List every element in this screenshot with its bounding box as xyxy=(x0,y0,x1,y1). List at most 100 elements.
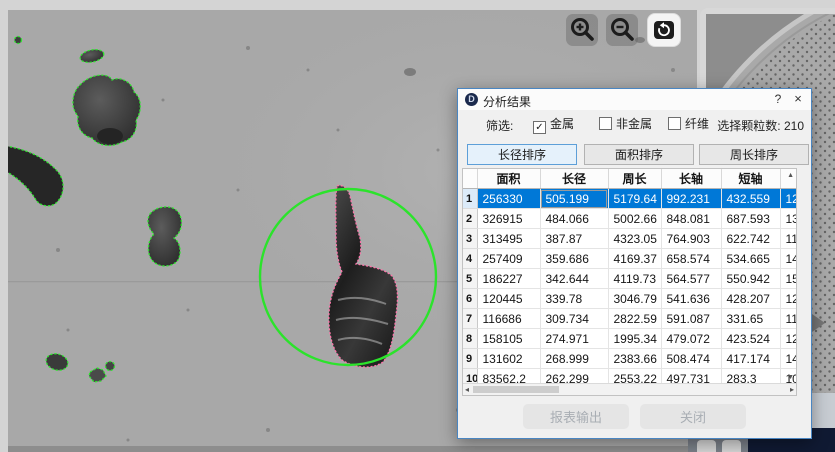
filter-option-3[interactable]: 纤维 xyxy=(668,115,709,132)
table-cell[interactable]: 12241.5 xyxy=(780,189,797,209)
table-cell[interactable]: 11396.5 xyxy=(780,309,797,329)
table-cell[interactable]: 14504.2 xyxy=(780,249,797,269)
table-cell[interactable]: 4119.73 xyxy=(608,269,661,289)
particle-double-blob[interactable] xyxy=(148,207,182,266)
close-icon[interactable]: × xyxy=(790,91,806,106)
table-cell[interactable]: 339.78 xyxy=(540,289,608,309)
table-cell[interactable]: 14829.5 xyxy=(780,349,797,369)
horizontal-scrollbar[interactable]: ◂ ▸ xyxy=(463,383,796,395)
table-cell[interactable]: 387.87 xyxy=(540,229,608,249)
particle-tiny[interactable] xyxy=(106,362,115,371)
table-cell[interactable]: 5179.64 xyxy=(608,189,661,209)
table-row[interactable]: 7116686309.7342822.59591.087331.6511396.… xyxy=(463,309,797,329)
tray-button[interactable] xyxy=(722,440,741,452)
table-row[interactable]: 5186227342.6444119.73564.577550.94215703… xyxy=(463,269,797,289)
column-header[interactable]: 长轴 xyxy=(661,169,721,189)
particle-speck[interactable] xyxy=(15,37,22,44)
results-table[interactable]: 面积长径周长长轴短轴坐 1256330505.1995179.64992.231… xyxy=(462,168,797,396)
table-cell[interactable]: 505.199 xyxy=(540,189,608,209)
table-cell[interactable]: 658.574 xyxy=(661,249,721,269)
table-cell[interactable]: 508.474 xyxy=(661,349,721,369)
scroll-right-icon[interactable]: ▸ xyxy=(790,384,794,395)
close-button[interactable]: 关闭 xyxy=(640,404,746,429)
table-cell[interactable]: 3046.79 xyxy=(608,289,661,309)
table-cell[interactable]: 116686 xyxy=(477,309,540,329)
table-cell[interactable]: 120445 xyxy=(477,289,540,309)
table-cell[interactable]: 479.072 xyxy=(661,329,721,349)
table-cell[interactable]: 687.593 xyxy=(721,209,780,229)
table-cell[interactable]: 764.903 xyxy=(661,229,721,249)
table-cell[interactable]: 423.524 xyxy=(721,329,780,349)
tray-button[interactable] xyxy=(697,440,716,452)
table-cell[interactable]: 564.577 xyxy=(661,269,721,289)
table-cell[interactable]: 591.087 xyxy=(661,309,721,329)
zoom-in-button[interactable] xyxy=(566,14,598,46)
filter-option-2[interactable]: 非金属 xyxy=(599,115,652,132)
table-cell[interactable]: 5002.66 xyxy=(608,209,661,229)
column-header[interactable]: 周长 xyxy=(608,169,661,189)
report-export-button[interactable]: 报表输出 xyxy=(523,404,629,429)
help-button[interactable]: ? xyxy=(771,92,785,106)
checkbox-checked-icon[interactable]: ✓ xyxy=(533,121,546,134)
scrollbar-thumb[interactable] xyxy=(473,386,559,393)
column-header[interactable]: 短轴 xyxy=(721,169,780,189)
table-cell[interactable]: 268.999 xyxy=(540,349,608,369)
table-cell[interactable]: 274.971 xyxy=(540,329,608,349)
scroll-left-icon[interactable]: ◂ xyxy=(465,384,469,395)
table-cell[interactable]: 432.559 xyxy=(721,189,780,209)
table-cell[interactable]: 534.665 xyxy=(721,249,780,269)
table-cell[interactable]: 550.942 xyxy=(721,269,780,289)
table-cell[interactable]: 484.066 xyxy=(540,209,608,229)
table-cell[interactable]: 15703.5 xyxy=(780,269,797,289)
scroll-down-icon[interactable]: ▼ xyxy=(787,374,794,381)
table-cell[interactable]: 4169.37 xyxy=(608,249,661,269)
sort-button-2[interactable]: 面积排序 xyxy=(584,144,694,165)
checkbox-icon[interactable] xyxy=(668,117,681,130)
sort-button-1[interactable]: 长径排序 xyxy=(467,144,577,165)
table-cell[interactable]: 331.65 xyxy=(721,309,780,329)
table-row[interactable]: 3313495387.874323.05764.903622.74211985 xyxy=(463,229,797,249)
table-row[interactable]: 4257409359.6864169.37658.574534.66514504… xyxy=(463,249,797,269)
table-cell[interactable]: 848.081 xyxy=(661,209,721,229)
panel-expand-arrow-icon[interactable] xyxy=(812,314,825,332)
row-number: 7 xyxy=(463,309,477,329)
table-cell[interactable]: 256330 xyxy=(477,189,540,209)
table-row[interactable]: 8158105274.9711995.34479.072423.52412705… xyxy=(463,329,797,349)
checkbox-icon[interactable] xyxy=(599,117,612,130)
table-cell[interactable]: 541.636 xyxy=(661,289,721,309)
table-cell[interactable]: 2822.59 xyxy=(608,309,661,329)
table-cell[interactable]: 309.734 xyxy=(540,309,608,329)
table-cell[interactable]: 359.686 xyxy=(540,249,608,269)
table-cell[interactable]: 428.207 xyxy=(721,289,780,309)
table-cell[interactable]: 13653 xyxy=(780,209,797,229)
column-header[interactable]: 面积 xyxy=(477,169,540,189)
table-cell[interactable]: 313495 xyxy=(477,229,540,249)
scroll-up-icon[interactable]: ▲ xyxy=(787,172,794,179)
table-cell[interactable]: 992.231 xyxy=(661,189,721,209)
table-cell[interactable]: 257409 xyxy=(477,249,540,269)
reset-view-button[interactable] xyxy=(648,14,680,46)
table-row[interactable]: 1256330505.1995179.64992.231432.55912241… xyxy=(463,189,797,209)
table-cell[interactable]: 12068.5 xyxy=(780,289,797,309)
sort-button-3[interactable]: 周长排序 xyxy=(699,144,809,165)
table-cell[interactable]: 622.742 xyxy=(721,229,780,249)
column-header[interactable]: 长径 xyxy=(540,169,608,189)
filter-option-1[interactable]: ✓金属 xyxy=(533,115,574,134)
analysis-results-dialog: D 分析结果 ? × 筛选: ✓金属非金属纤维 选择颗粒数: 210 长径排序面… xyxy=(457,88,812,439)
table-cell[interactable]: 342.644 xyxy=(540,269,608,289)
table-cell[interactable]: 2383.66 xyxy=(608,349,661,369)
table-row[interactable]: 2326915484.0665002.66848.081687.59313653 xyxy=(463,209,797,229)
table-cell[interactable]: 158105 xyxy=(477,329,540,349)
table-row[interactable]: 6120445339.783046.79541.636428.20712068.… xyxy=(463,289,797,309)
table-cell[interactable]: 417.174 xyxy=(721,349,780,369)
table-row[interactable]: 9131602268.9992383.66508.474417.17414829… xyxy=(463,349,797,369)
dialog-titlebar[interactable]: D 分析结果 ? × xyxy=(458,89,811,110)
zoom-out-button[interactable] xyxy=(606,14,638,46)
table-cell[interactable]: 1995.34 xyxy=(608,329,661,349)
table-cell[interactable]: 4323.05 xyxy=(608,229,661,249)
table-cell[interactable]: 12705.9 xyxy=(780,329,797,349)
table-cell[interactable]: 186227 xyxy=(477,269,540,289)
table-cell[interactable]: 131602 xyxy=(477,349,540,369)
table-cell[interactable]: 11985 xyxy=(780,229,797,249)
table-cell[interactable]: 326915 xyxy=(477,209,540,229)
